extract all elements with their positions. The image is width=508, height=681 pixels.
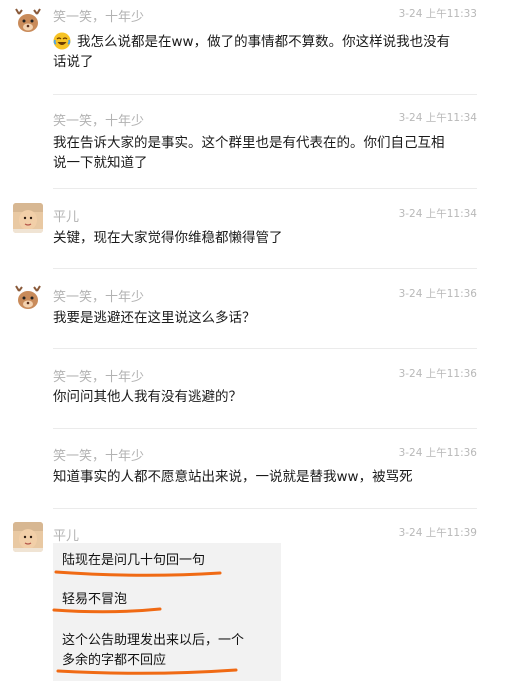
separator (53, 268, 477, 269)
sender-name[interactable]: 笑一笑，十年少 (53, 366, 144, 385)
separator (53, 188, 477, 189)
quoted-line: 陆现在是问几十句回一句 (62, 553, 206, 568)
timestamp: 3-24 上午11:34 (398, 112, 477, 124)
avatar-baby-photo[interactable] (13, 522, 43, 552)
message-text-content: 我怎么说都是在ww，做了的事情都不算数。你这样说我也没有话说了 (53, 34, 451, 70)
separator (53, 94, 477, 95)
avatar-cartoon-deer[interactable] (13, 283, 43, 313)
message-text: 我在告诉大家的是事实。这个群里也是有代表在的。你们自己互相说一下就知道了 (53, 135, 445, 171)
message-text: 我怎么说都是在ww，做了的事情都不算数。你这样说我也没有话说了 (53, 32, 453, 72)
quoted-line: 轻易不冒泡 (62, 592, 128, 607)
message-text: 知道事实的人都不愿意站出来说，一说就是替我ww，被骂死 (53, 469, 413, 485)
timestamp: 3-24 上午11:33 (398, 8, 477, 20)
crying-laughing-emoji-icon (53, 32, 71, 50)
sender-name[interactable]: 笑一笑，十年少 (53, 286, 144, 305)
timestamp: 3-24 上午11:36 (398, 288, 477, 300)
avatar-baby-photo[interactable] (13, 203, 43, 233)
separator (53, 348, 477, 349)
message-text: 我要是逃避还在这里说这么多话？ (53, 310, 256, 326)
separator (53, 508, 477, 509)
separator (53, 428, 477, 429)
quoted-line: 这个公告助理发出来以后，一个 (62, 633, 245, 648)
sender-name[interactable]: 平儿 (53, 206, 79, 225)
message-text: 你问问其他人我有没有逃避的？ (53, 389, 242, 405)
timestamp: 3-24 上午11:39 (398, 527, 477, 539)
sender-name[interactable]: 笑一笑，十年少 (53, 6, 144, 25)
timestamp: 3-24 上午11:36 (398, 447, 477, 459)
timestamp: 3-24 上午11:36 (398, 368, 477, 380)
sender-name[interactable]: 笑一笑，十年少 (53, 445, 144, 464)
sender-name[interactable]: 笑一笑，十年少 (53, 110, 144, 129)
sender-name[interactable]: 平儿 (53, 525, 79, 544)
timestamp: 3-24 上午11:34 (398, 208, 477, 220)
quoted-line: 多余的字都不回应 (62, 653, 167, 668)
avatar-cartoon-deer[interactable] (13, 6, 43, 36)
message-text: 关键，现在大家觉得你维稳都懒得管了 (53, 230, 283, 246)
